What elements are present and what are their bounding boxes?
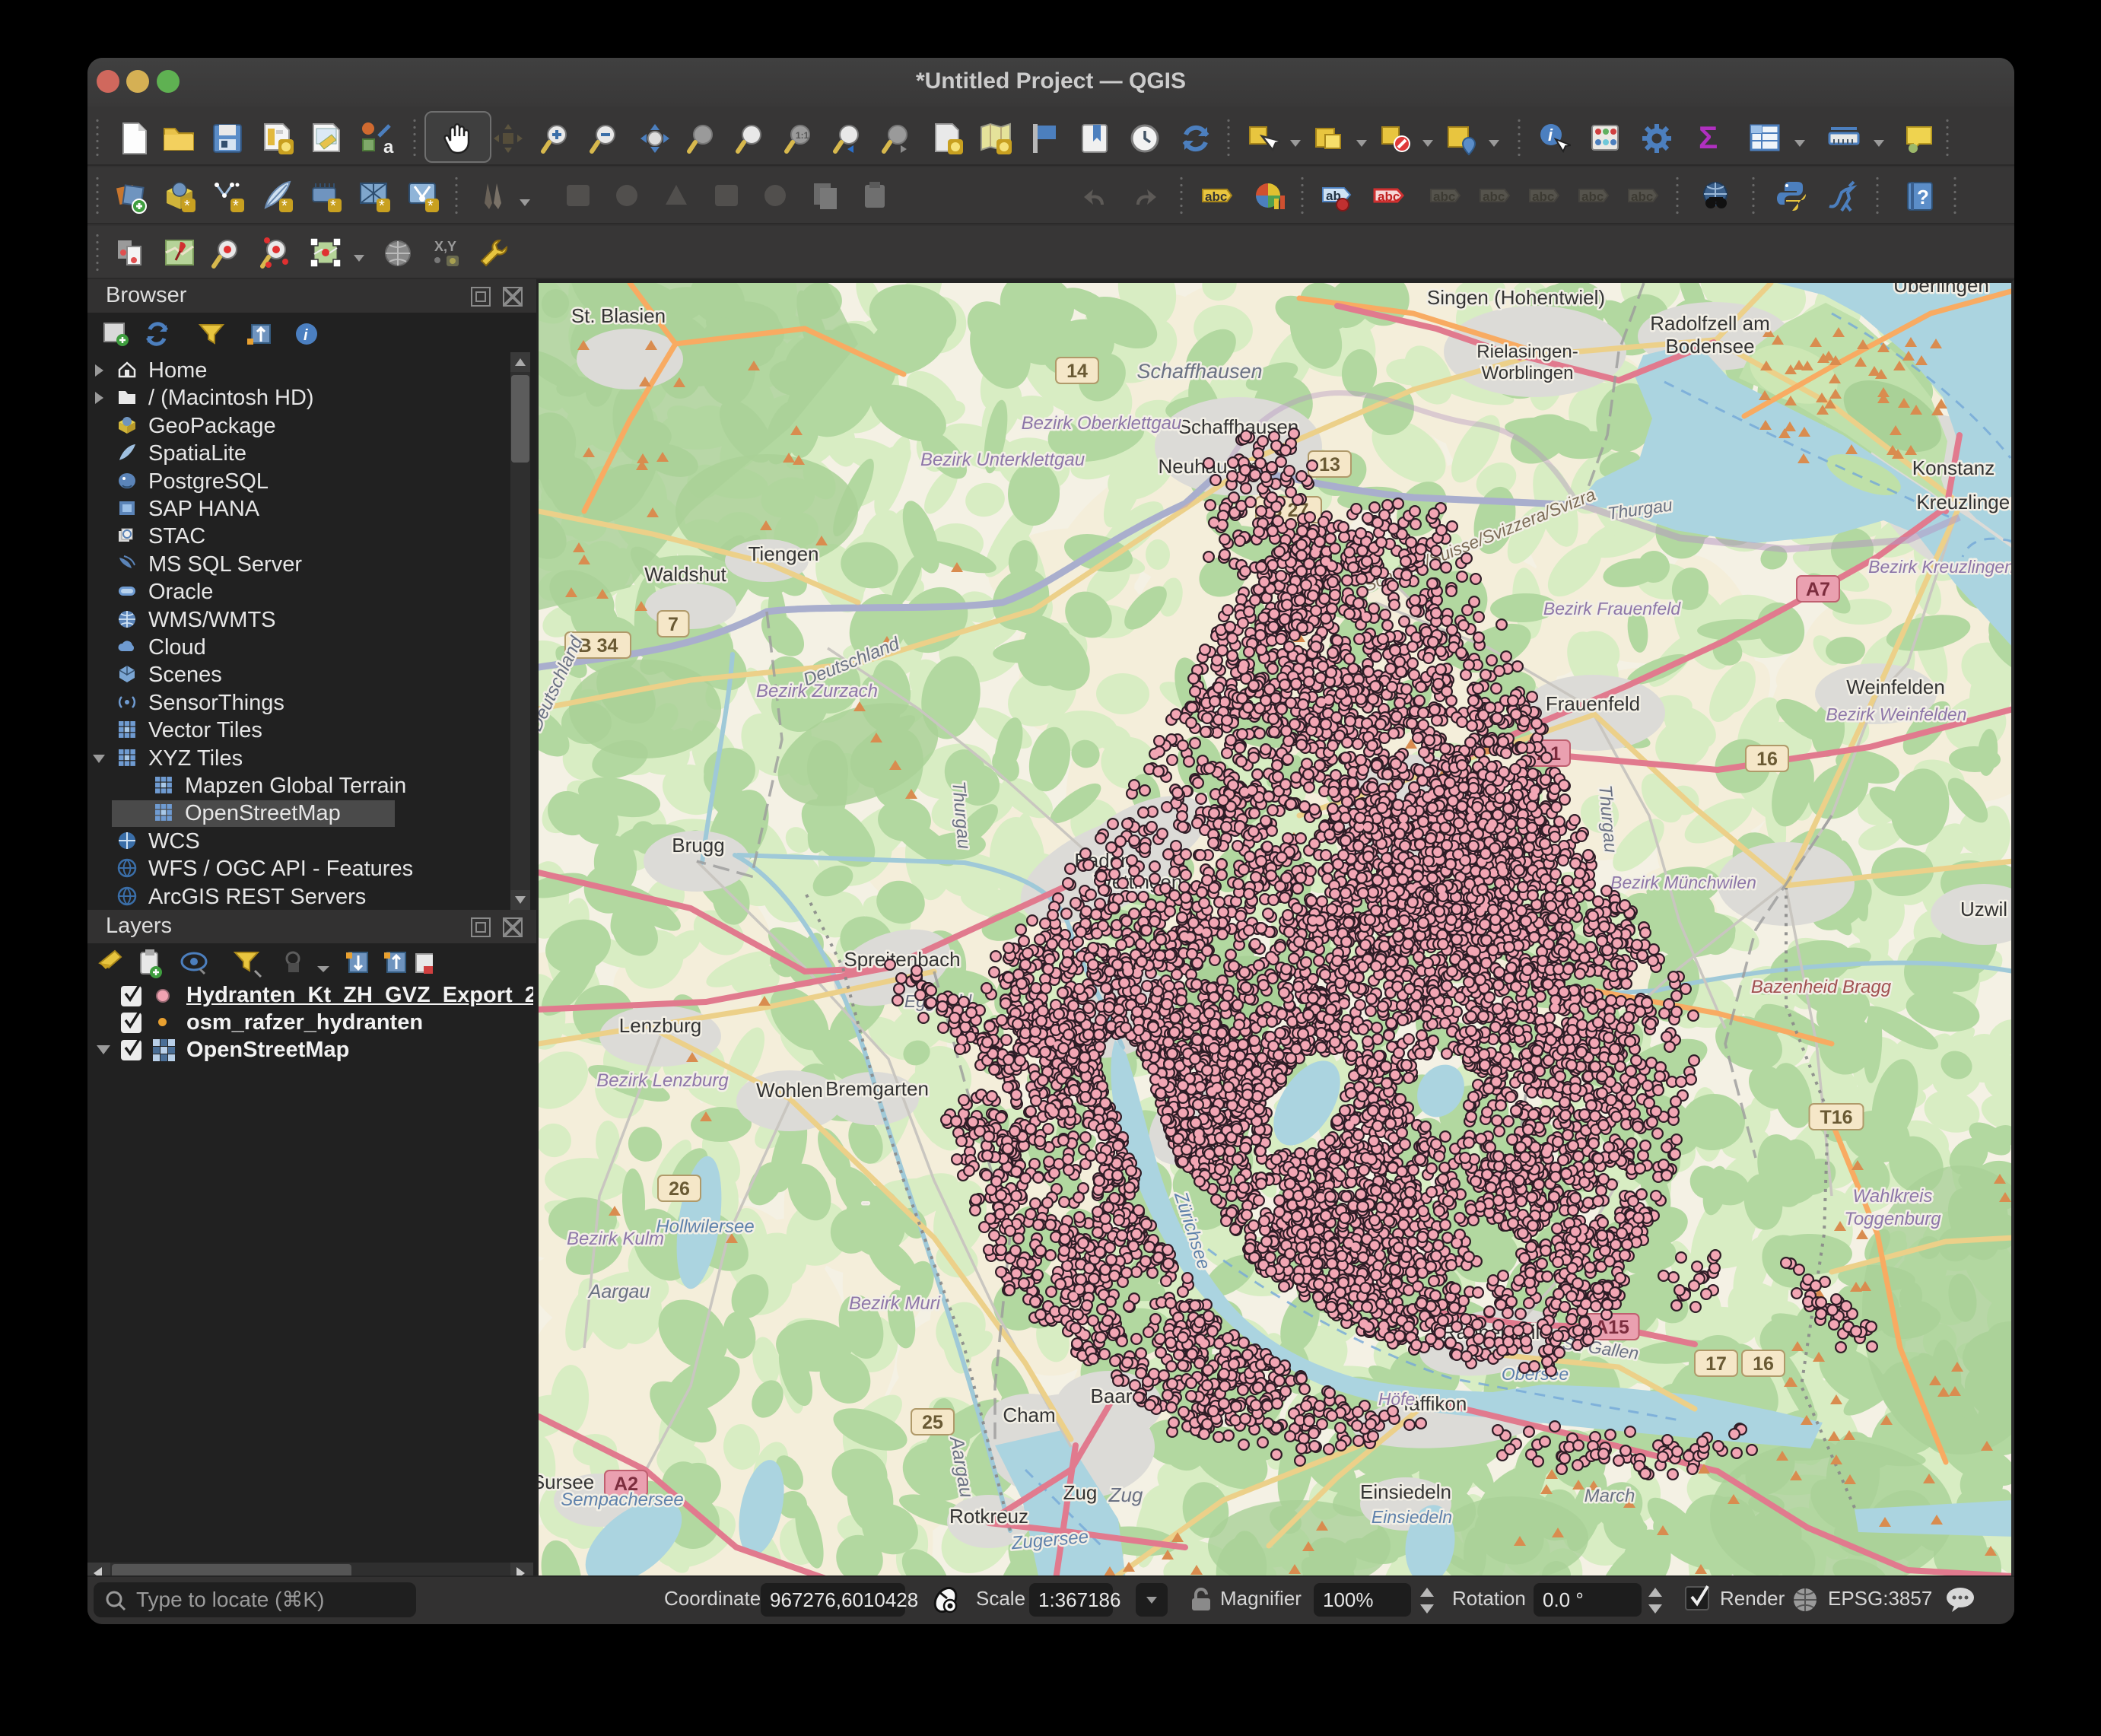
svg-text:Spreitenbach: Spreitenbach xyxy=(844,948,960,971)
svg-text:Überlingen: Überlingen xyxy=(1893,283,1989,297)
svg-text:1:1: 1:1 xyxy=(796,130,809,141)
svg-text:Bezirk Lenzburg: Bezirk Lenzburg xyxy=(863,1203,869,1204)
svg-text:17: 17 xyxy=(1705,1353,1727,1375)
svg-text:*: * xyxy=(428,198,434,214)
svg-text:Rielasingen-: Rielasingen- xyxy=(1476,342,1578,362)
svg-text:Zug: Zug xyxy=(1108,1483,1143,1506)
svg-text:Zug: Zug xyxy=(1063,1481,1098,1504)
svg-text:Worblingen: Worblingen xyxy=(1482,363,1574,383)
svg-text:*: * xyxy=(184,198,190,214)
svg-text:Bazenheid Bragg: Bazenheid Bragg xyxy=(1751,977,1892,997)
svg-text:abc: abc xyxy=(1378,189,1400,204)
svg-text:Singen (Hohentwiel): Singen (Hohentwiel) xyxy=(1427,286,1605,309)
svg-text:a: a xyxy=(383,137,394,156)
svg-text:*: * xyxy=(379,198,385,214)
svg-text:Bezirk Frauenfeld: Bezirk Frauenfeld xyxy=(1543,599,1681,618)
svg-text:Bezirk Unterklettgau: Bezirk Unterklettgau xyxy=(920,450,1085,470)
svg-text:Bezirk Kreuzlingen: Bezirk Kreuzlingen xyxy=(1868,557,2014,577)
svg-text:A7: A7 xyxy=(1806,579,1830,600)
svg-text:Sempachersee: Sempachersee xyxy=(561,1490,683,1510)
svg-text:Waldshut: Waldshut xyxy=(644,563,726,586)
svg-text:Bezirk Lenzburg: Bezirk Lenzburg xyxy=(596,1070,729,1091)
svg-text:Kreuzlingen: Kreuzlingen xyxy=(1916,491,2014,513)
svg-text:Bezirk Muri: Bezirk Muri xyxy=(849,1293,941,1314)
svg-text:Baar: Baar xyxy=(1091,1385,1133,1407)
svg-text:Bezirk Zurzach: Bezirk Zurzach xyxy=(756,681,878,701)
svg-text:Einsiedeln: Einsiedeln xyxy=(1360,1480,1451,1503)
svg-text:Aargau: Aargau xyxy=(587,1281,650,1302)
svg-text:Rotkreuz: Rotkreuz xyxy=(949,1505,1028,1528)
svg-text:Cham: Cham xyxy=(1003,1404,1055,1426)
svg-text:Höfe: Höfe xyxy=(1378,1389,1416,1409)
svg-text:Bezirk Kulm: Bezirk Kulm xyxy=(567,1229,664,1249)
svg-text:Toggenburg: Toggenburg xyxy=(1844,1209,1941,1229)
svg-text:16: 16 xyxy=(1756,749,1778,770)
svg-text:13: 13 xyxy=(1319,454,1340,475)
svg-text:?: ? xyxy=(1917,186,1929,208)
svg-text:Wohlen: Wohlen xyxy=(756,1079,823,1102)
svg-text:St. Blasien: St. Blasien xyxy=(571,304,666,327)
svg-text:abc: abc xyxy=(1205,189,1227,204)
svg-text:abc: abc xyxy=(1483,189,1505,204)
svg-text:25: 25 xyxy=(922,1412,943,1433)
svg-text:14: 14 xyxy=(1066,361,1088,382)
svg-text:Bezirk Weinfelden: Bezirk Weinfelden xyxy=(1826,704,1967,724)
svg-text:Schaffhausen: Schaffhausen xyxy=(1136,360,1262,383)
svg-text:Bremgarten: Bremgarten xyxy=(825,1077,929,1100)
svg-text:Wahlkreis: Wahlkreis xyxy=(1853,1186,1933,1207)
svg-text:T16: T16 xyxy=(1820,1107,1852,1128)
svg-text:Tiengen: Tiengen xyxy=(749,542,819,565)
svg-text:Lenzburg: Lenzburg xyxy=(619,1014,701,1037)
svg-text:Bezirk Oberklettgau: Bezirk Oberklettgau xyxy=(1022,413,1182,434)
svg-text:Hollwilersee: Hollwilersee xyxy=(656,1216,754,1237)
svg-text:Frauenfeld: Frauenfeld xyxy=(1546,692,1640,715)
svg-text:7: 7 xyxy=(668,614,679,635)
svg-text:*: * xyxy=(233,198,239,214)
svg-text:Konstanz: Konstanz xyxy=(1912,456,1995,479)
svg-text:*: * xyxy=(281,198,288,214)
svg-text:March: March xyxy=(1584,1486,1635,1506)
svg-text:16: 16 xyxy=(1753,1353,1774,1375)
svg-text:Radolfzell am: Radolfzell am xyxy=(1650,312,1770,335)
svg-text:abc: abc xyxy=(1631,189,1653,204)
svg-text:Bezirk Münchwilen: Bezirk Münchwilen xyxy=(1610,873,1756,892)
svg-text:abc: abc xyxy=(1581,189,1604,204)
svg-text:i: i xyxy=(1548,126,1553,145)
svg-text:26: 26 xyxy=(669,1178,690,1200)
svg-text:Uzwil: Uzwil xyxy=(1960,898,2007,920)
svg-text:abc: abc xyxy=(1532,189,1554,204)
svg-text:Brugg: Brugg xyxy=(672,834,724,857)
svg-text:Einsiedeln: Einsiedeln xyxy=(1372,1507,1452,1527)
svg-text:*: * xyxy=(330,198,336,214)
svg-text:Weinfelden: Weinfelden xyxy=(1846,676,1945,698)
svg-text:abc: abc xyxy=(1433,189,1455,204)
svg-text:X,Y: X,Y xyxy=(434,239,456,254)
svg-text:Bodensee: Bodensee xyxy=(1665,335,1754,358)
svg-text:Σ: Σ xyxy=(1699,121,1718,155)
svg-text:i: i xyxy=(304,327,308,344)
